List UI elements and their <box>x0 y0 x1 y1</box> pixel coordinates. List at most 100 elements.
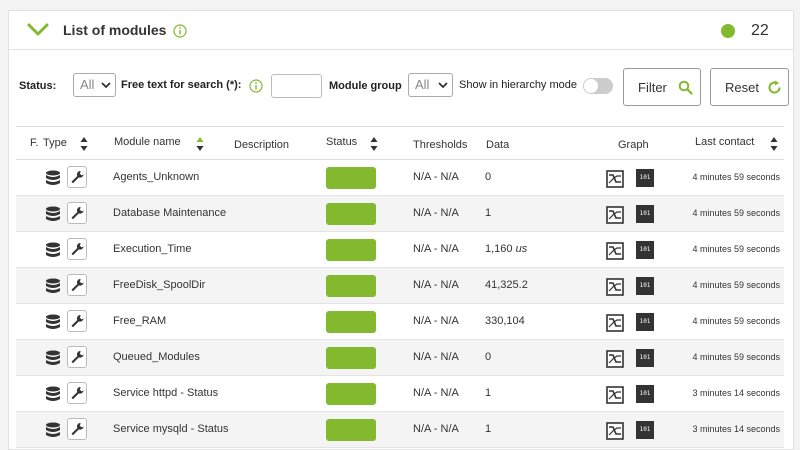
module-name[interactable]: Agents_Unknown <box>113 171 199 183</box>
sort-arrows-icon[interactable] <box>770 136 778 152</box>
graph-icon[interactable] <box>606 278 624 296</box>
panel-title: List of modules <box>63 22 187 38</box>
status-select[interactable]: All <box>73 73 116 97</box>
data-number: 0 <box>485 351 492 363</box>
database-icon <box>46 350 60 365</box>
col-flag: F. <box>30 137 39 149</box>
filter-button-label: Filter <box>638 80 667 95</box>
graph-icon[interactable] <box>606 206 624 224</box>
module-name[interactable]: Free_RAM <box>113 315 166 327</box>
database-icon <box>46 206 60 221</box>
data-value: 0 <box>485 171 491 183</box>
database-icon <box>46 386 60 401</box>
binary-data-icon[interactable]: 101 <box>636 241 654 259</box>
reset-button[interactable]: Reset <box>710 68 789 106</box>
module-group-select-value: All <box>415 77 430 92</box>
panel-title-text: List of modules <box>63 22 167 38</box>
thresholds-value: N/A - N/A <box>413 279 459 291</box>
table-row: Service mysqld - Status N/A - N/A 1 101 3 m… <box>16 412 784 448</box>
graph-icon[interactable] <box>606 242 624 260</box>
wrench-icon <box>71 207 84 220</box>
data-value: 1 <box>485 207 491 219</box>
binary-data-icon[interactable]: 101 <box>636 421 654 439</box>
thresholds-value: N/A - N/A <box>413 423 459 435</box>
info-icon[interactable] <box>249 79 263 93</box>
last-contact-value: 4 minutes 59 seconds <box>692 280 780 290</box>
wrench-button[interactable] <box>67 274 87 296</box>
table-row: Service httpd - Status N/A - N/A 1 101 3 mi… <box>16 376 784 412</box>
graph-icon[interactable] <box>606 314 624 332</box>
module-name[interactable]: FreeDisk_SpoolDir <box>113 279 205 291</box>
sort-arrows-icon[interactable] <box>80 136 88 152</box>
module-name[interactable]: Execution_Time <box>113 243 191 255</box>
table-header: F. Type Module name Description Status T… <box>16 126 784 160</box>
last-contact-value: 4 minutes 59 seconds <box>692 208 780 218</box>
reset-button-label: Reset <box>725 80 759 95</box>
data-unit: us <box>515 243 528 255</box>
sort-arrows-icon[interactable] <box>370 136 378 152</box>
search-icon <box>678 80 693 95</box>
sort-arrows-icon[interactable] <box>196 136 204 152</box>
binary-data-icon[interactable]: 101 <box>636 313 654 331</box>
table-row: Free_RAM N/A - N/A 330,104 101 4 minutes 59… <box>16 304 784 340</box>
hierarchy-label: Show in hierarchy mode <box>459 79 578 91</box>
status-badge <box>326 419 376 441</box>
thresholds-value: N/A - N/A <box>413 243 459 255</box>
module-name[interactable]: Database Maintenance <box>113 207 226 219</box>
wrench-button[interactable] <box>67 202 87 224</box>
hierarchy-toggle[interactable] <box>583 78 613 94</box>
table-row: Execution_Time N/A - N/A 1,160 us 101 4 minu… <box>16 232 784 268</box>
col-description: Description <box>234 139 290 151</box>
binary-data-icon[interactable]: 101 <box>636 277 654 295</box>
graph-icon[interactable] <box>606 170 624 188</box>
graph-icon[interactable] <box>606 386 624 404</box>
last-contact-value: 4 minutes 59 seconds <box>692 352 780 362</box>
module-name[interactable]: Service mysqld - Status <box>113 423 229 435</box>
binary-data-icon[interactable]: 101 <box>636 205 654 223</box>
thresholds-value: N/A - N/A <box>413 171 459 183</box>
chevron-down-icon <box>101 82 111 89</box>
binary-data-icon[interactable]: 101 <box>636 169 654 187</box>
database-icon <box>46 278 60 293</box>
status-badge <box>326 311 376 333</box>
wrench-icon <box>71 279 84 292</box>
status-dot <box>721 24 735 38</box>
chevron-down-icon[interactable] <box>27 21 49 39</box>
wrench-button[interactable] <box>67 346 87 368</box>
table-row: Agents_Unknown N/A - N/A 0 101 4 minutes 59… <box>16 160 784 196</box>
last-contact-value: 3 minutes 14 seconds <box>692 388 780 398</box>
wrench-button[interactable] <box>67 418 87 440</box>
data-number: 330,104 <box>485 315 525 327</box>
wrench-button[interactable] <box>67 166 87 188</box>
database-icon <box>46 422 60 437</box>
graph-icon[interactable] <box>606 350 624 368</box>
binary-data-icon[interactable]: 101 <box>636 385 654 403</box>
module-group-select[interactable]: All <box>408 73 453 97</box>
wrench-button[interactable] <box>67 238 87 260</box>
data-value: 330,104 <box>485 315 525 327</box>
database-icon <box>46 170 60 185</box>
toggle-knob <box>584 79 598 93</box>
wrench-icon <box>71 315 84 328</box>
data-value: 1 <box>485 387 491 399</box>
data-value: 0 <box>485 351 491 363</box>
module-name[interactable]: Service httpd - Status <box>113 387 218 399</box>
status-badge <box>326 347 376 369</box>
search-input[interactable] <box>271 74 322 98</box>
module-name[interactable]: Queued_Modules <box>113 351 200 363</box>
graph-icon[interactable] <box>606 422 624 440</box>
database-icon <box>46 242 60 257</box>
wrench-icon <box>71 351 84 364</box>
wrench-icon <box>71 243 84 256</box>
last-contact-value: 4 minutes 59 seconds <box>692 244 780 254</box>
info-icon[interactable] <box>173 24 187 38</box>
refresh-icon <box>768 80 781 94</box>
module-group-label: Module group <box>329 80 402 92</box>
module-count: 22 <box>751 22 769 39</box>
thresholds-value: N/A - N/A <box>413 207 459 219</box>
filter-button[interactable]: Filter <box>623 68 701 106</box>
col-thresholds: Thresholds <box>413 139 468 151</box>
wrench-button[interactable] <box>67 310 87 332</box>
wrench-button[interactable] <box>67 382 87 404</box>
binary-data-icon[interactable]: 101 <box>636 349 654 367</box>
